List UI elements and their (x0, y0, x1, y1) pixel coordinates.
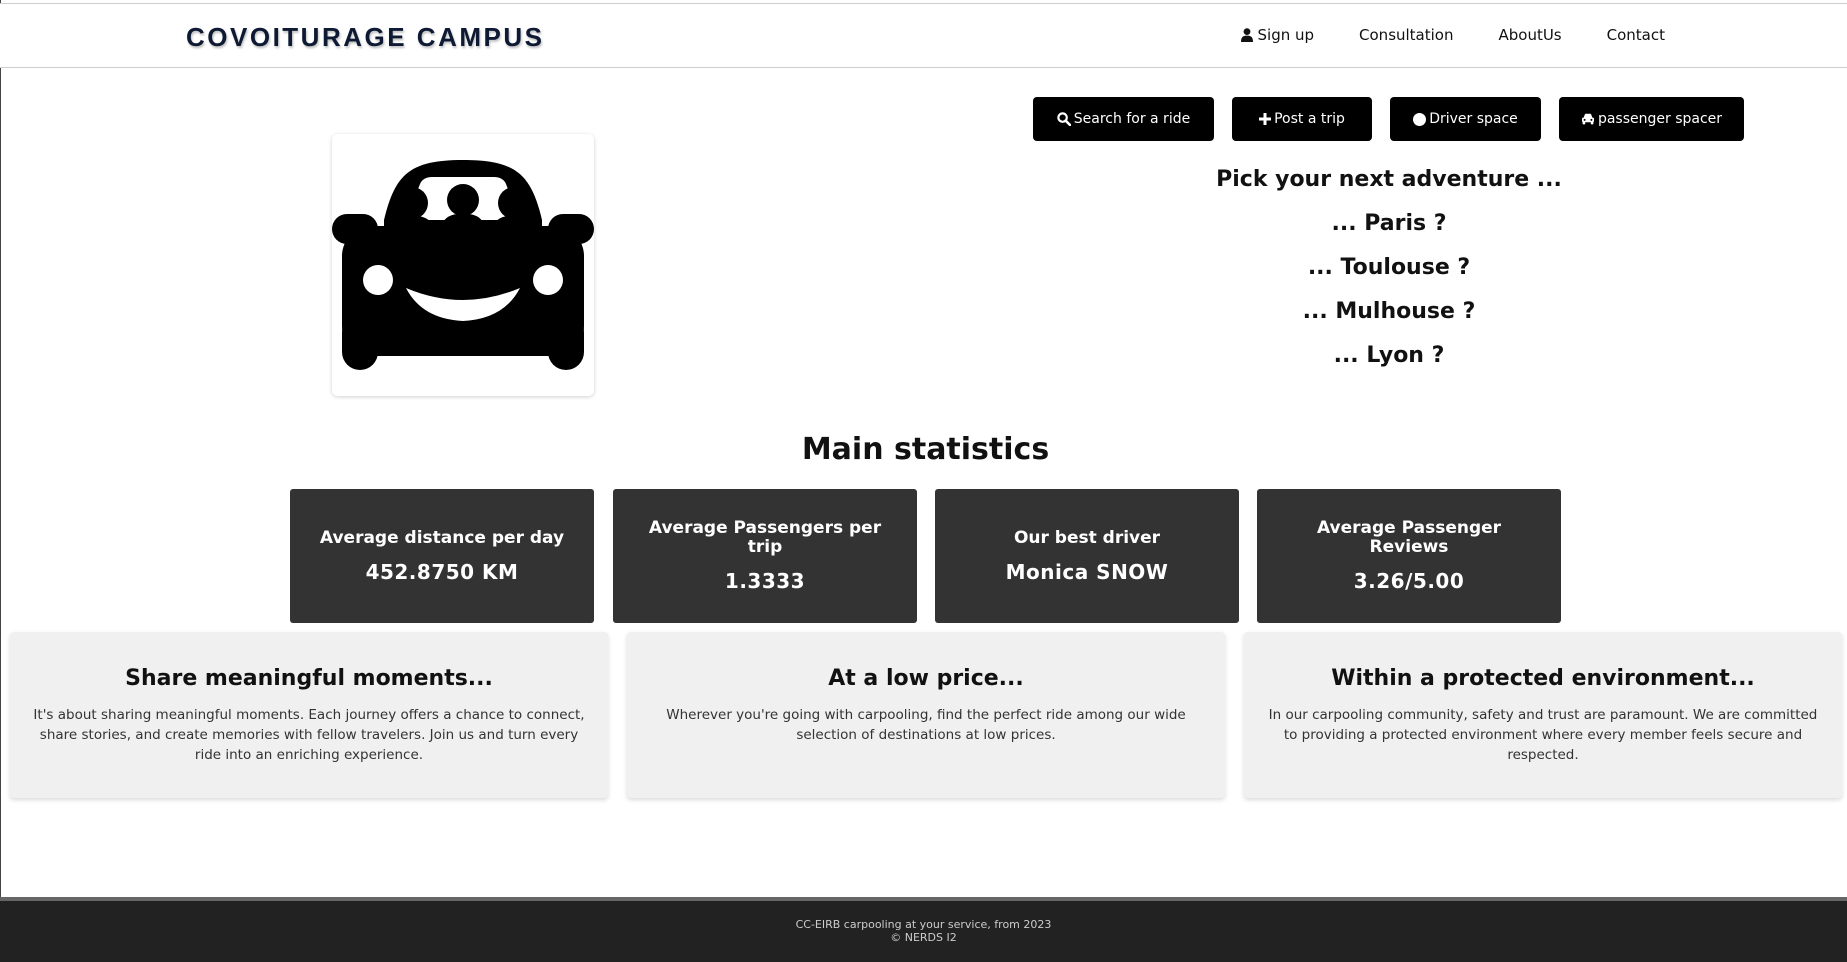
stat-label: Average distance per day (319, 527, 565, 548)
destination-paris: ... Paris ? (1331, 211, 1447, 236)
stat-card-best-driver: Our best driver Monica SNOW (935, 489, 1239, 623)
stat-value: Monica SNOW (1005, 559, 1169, 584)
feature-card-moments: Share meaningful moments... It's about s… (10, 632, 608, 798)
stats-title: Main statistics (801, 432, 1050, 467)
car-icon (1581, 113, 1594, 125)
feature-title: Within a protected environment... (1331, 666, 1755, 691)
nav-aboutus-link[interactable]: AboutUs (1498, 26, 1561, 44)
nav-links: Sign up Consultation AboutUs Contact (1240, 26, 1847, 44)
stat-value: 1.3333 (724, 569, 806, 593)
plus-icon (1259, 113, 1272, 125)
carpool-logo-card (332, 134, 594, 396)
passenger-space-button[interactable]: passenger spacer (1559, 97, 1744, 141)
page-footer: CC-EIRB carpooling at your service, from… (0, 897, 1847, 962)
nav-signup-link[interactable]: Sign up (1240, 26, 1315, 44)
search-ride-label: Search for a ride (1073, 111, 1191, 127)
feature-card-protected: Within a protected environment... In our… (1244, 632, 1842, 798)
feature-title: Share meaningful moments... (125, 666, 493, 691)
stat-card-reviews: Average Passenger Reviews 3.26/5.00 (1257, 489, 1561, 623)
adventure-heading: Pick your next adventure ... (1216, 167, 1562, 192)
footer-tagline: CC-EIRB carpooling at your service, from… (795, 918, 1052, 931)
feature-text: It's about sharing meaningful moments. E… (33, 707, 585, 763)
feature-title: At a low price... (828, 666, 1024, 691)
stat-value: 3.26/5.00 (1353, 569, 1465, 593)
nav-contact-link[interactable]: Contact (1607, 26, 1665, 44)
destination-toulouse: ... Toulouse ? (1307, 255, 1471, 280)
passenger-space-label: passenger spacer (1597, 111, 1723, 127)
feature-text: In our carpooling community, safety and … (1268, 707, 1818, 763)
brand-logo-text[interactable]: COVOITURAGE CAMPUS (186, 22, 544, 53)
user-icon (1240, 28, 1253, 42)
destination-lyon: ... Lyon ? (1333, 343, 1445, 368)
adventure-section: Pick your next adventure ... ... Paris ?… (1087, 160, 1691, 380)
stat-card-passengers: Average Passengers per trip 1.3333 (613, 489, 917, 623)
stat-label: Average Passenger Reviews (1316, 518, 1502, 557)
stat-label: Average Passengers per trip (648, 518, 882, 557)
destination-mulhouse: ... Mulhouse ? (1302, 299, 1476, 324)
post-trip-button[interactable]: Post a trip (1232, 97, 1372, 141)
search-icon (1057, 112, 1071, 126)
driver-space-label: Driver space (1429, 111, 1518, 127)
action-buttons: Search for a ride Post a trip Driver spa… (1033, 97, 1762, 141)
nav-consultation-link[interactable]: Consultation (1359, 26, 1453, 44)
stat-label: Our best driver (1013, 527, 1161, 548)
stat-card-distance: Average distance per day 452.8750 KM (290, 489, 594, 623)
top-navbar: COVOITURAGE CAMPUS Sign up Consultation … (0, 3, 1847, 68)
carpool-logo (332, 160, 594, 370)
driver-space-button[interactable]: Driver space (1390, 97, 1541, 141)
stat-value: 452.8750 KM (365, 559, 519, 584)
nav-signup-label: Sign up (1257, 26, 1315, 44)
feature-text: Wherever you're going with carpooling, f… (666, 707, 1186, 743)
feature-card-price: At a low price... Wherever you're going … (627, 632, 1225, 798)
post-trip-label: Post a trip (1274, 111, 1345, 127)
search-ride-button[interactable]: Search for a ride (1033, 97, 1214, 141)
circle-icon (1413, 112, 1427, 126)
footer-copyright: © NERDS I2 (890, 931, 957, 944)
